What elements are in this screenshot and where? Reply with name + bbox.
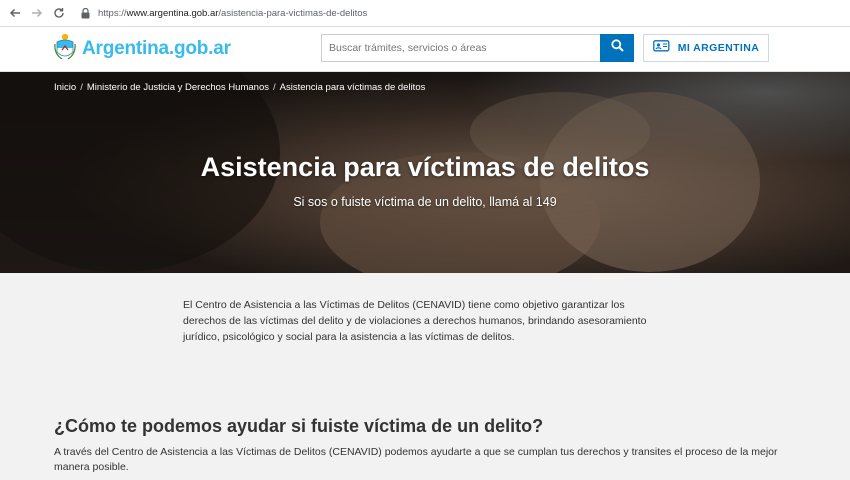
browser-toolbar: https://www.argentina.gob.ar/asistencia-… bbox=[0, 0, 850, 27]
url-text: https://www.argentina.gob.ar/asistencia-… bbox=[98, 8, 367, 19]
mi-argentina-button[interactable]: MI ARGENTINA bbox=[643, 34, 769, 62]
url-host: www.argentina.gob.ar bbox=[126, 7, 219, 19]
breadcrumb: Inicio / Ministerio de Justicia y Derech… bbox=[54, 82, 429, 93]
section-paragraph: A través del Centro de Asistencia a las … bbox=[54, 445, 794, 475]
breadcrumb-separator: / bbox=[80, 82, 83, 93]
section-line: A través del Centro de Asistencia a las … bbox=[54, 446, 778, 458]
back-arrow-icon[interactable] bbox=[4, 2, 26, 24]
intro-line: derechos de las víctimas del delito y de… bbox=[183, 315, 647, 327]
mi-argentina-label: MI ARGENTINA bbox=[677, 42, 760, 54]
hero-banner: Inicio / Ministerio de Justicia y Derech… bbox=[0, 72, 850, 273]
search-bar bbox=[321, 34, 634, 62]
id-card-icon bbox=[652, 39, 670, 57]
search-icon bbox=[610, 39, 624, 57]
breadcrumb-item-inicio[interactable]: Inicio bbox=[54, 82, 76, 93]
intro-line: jurídico, psicológico y social para la a… bbox=[183, 331, 515, 343]
section-line: manera posible. bbox=[54, 461, 129, 473]
forward-arrow-icon[interactable] bbox=[26, 2, 48, 24]
breadcrumb-separator: / bbox=[272, 82, 276, 93]
intro-paragraph: El Centro de Asistencia a las Víctimas d… bbox=[183, 297, 653, 345]
breadcrumb-item-current: Asistencia para víctimas de delitos bbox=[279, 82, 426, 93]
reload-icon[interactable] bbox=[48, 2, 70, 24]
site-header: Argentina.gob.ar MI ARGENTINA bbox=[0, 27, 850, 72]
site-logo[interactable]: Argentina.gob.ar bbox=[54, 33, 231, 65]
search-input[interactable] bbox=[321, 34, 600, 62]
coat-of-arms-icon bbox=[54, 32, 76, 67]
logo-text: Argentina.gob.ar bbox=[82, 38, 231, 59]
page-subtitle: Si sos o fuiste víctima de un delito, ll… bbox=[293, 195, 557, 209]
section-heading: ¿Cómo te podemos ayudar si fuiste víctim… bbox=[54, 416, 544, 436]
lock-icon[interactable] bbox=[78, 6, 92, 20]
address-bar[interactable]: https://www.argentina.gob.ar/asistencia-… bbox=[78, 2, 367, 24]
page-title: Asistencia para víctimas de delitos bbox=[200, 152, 650, 182]
search-button[interactable] bbox=[600, 34, 634, 62]
url-path: /asistencia-para-victimas-de-delitos bbox=[218, 7, 368, 19]
url-scheme: https:// bbox=[98, 7, 127, 19]
intro-line: El Centro de Asistencia a las Víctimas d… bbox=[183, 299, 625, 311]
breadcrumb-item-ministerio[interactable]: Ministerio de Justicia y Derechos Humano… bbox=[87, 82, 269, 93]
